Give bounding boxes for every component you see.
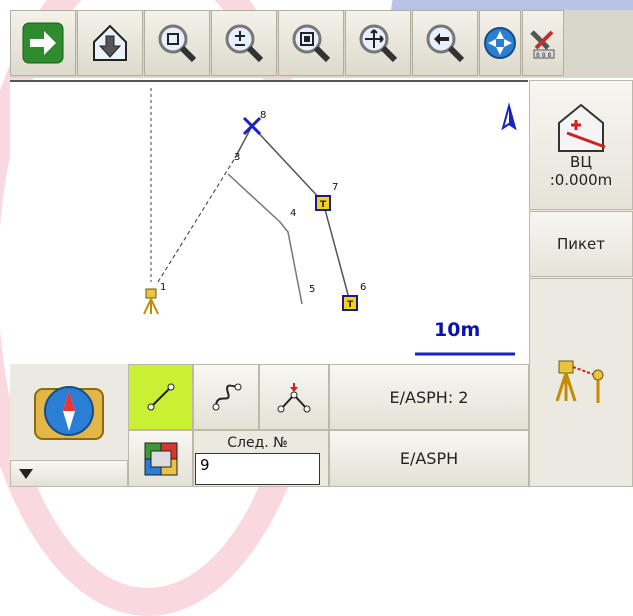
zoom-window-icon bbox=[292, 24, 331, 63]
point-label: 5 bbox=[309, 284, 315, 295]
zoom-extents-button[interactable] bbox=[144, 10, 210, 76]
compass-button[interactable] bbox=[10, 364, 128, 459]
instrument-height-label: ВЦ bbox=[570, 153, 592, 171]
svg-text:T: T bbox=[347, 300, 354, 310]
line-mode-button[interactable] bbox=[128, 364, 193, 430]
next-number-input[interactable]: 9 bbox=[195, 453, 320, 485]
curve-mode-button[interactable] bbox=[193, 364, 259, 430]
point-label: 7 bbox=[332, 182, 338, 193]
svg-text:T: T bbox=[320, 200, 327, 210]
target-marker[interactable]: T bbox=[342, 295, 358, 311]
instrument-height-value: :0.000m bbox=[549, 171, 613, 189]
layers-button[interactable] bbox=[128, 430, 193, 487]
station-measure-icon bbox=[555, 360, 604, 403]
point-marker-cross[interactable] bbox=[242, 116, 262, 136]
zoom-in-out-button[interactable] bbox=[211, 10, 277, 76]
zoom-window-button[interactable] bbox=[278, 10, 344, 76]
curve-icon bbox=[212, 383, 242, 411]
code-button-primary[interactable]: E/ASPH: 2 bbox=[329, 364, 529, 430]
north-arrow-icon bbox=[501, 102, 517, 131]
tools-button[interactable]: 8 8 8 bbox=[522, 10, 564, 76]
download-icon bbox=[93, 24, 127, 61]
next-icon bbox=[22, 22, 64, 64]
instrument-height-icon bbox=[558, 103, 606, 152]
instrument-height-button[interactable]: ВЦ :0.000m bbox=[529, 80, 633, 210]
navigation-icon bbox=[484, 27, 516, 59]
survey-polyline bbox=[227, 173, 303, 305]
code-button-secondary-label: E/ASPH bbox=[399, 449, 459, 468]
download-button[interactable] bbox=[77, 10, 143, 76]
survey-line bbox=[157, 157, 236, 283]
measure-button[interactable] bbox=[529, 278, 633, 487]
tools-icon: 8 8 8 bbox=[530, 30, 555, 59]
picket-button[interactable]: Пикет bbox=[529, 211, 633, 277]
code-button-primary-label: E/ASPH: 2 bbox=[389, 387, 469, 407]
compass-icon bbox=[34, 385, 104, 440]
point-label: 6 bbox=[360, 282, 366, 293]
target-marker[interactable]: T bbox=[315, 195, 331, 211]
navigation-button[interactable] bbox=[479, 10, 521, 76]
picket-label: Пикет bbox=[556, 235, 606, 253]
insert-point-button[interactable] bbox=[259, 364, 329, 430]
survey-map[interactable]: T T 1 3 4 5 6 7 8 10m bbox=[10, 82, 528, 366]
chevron-down-icon bbox=[19, 468, 33, 479]
zoom-previous-button[interactable] bbox=[412, 10, 478, 76]
expand-dropdown-button[interactable] bbox=[10, 460, 128, 487]
point-label: 1 bbox=[160, 282, 166, 293]
zoom-in-out-icon bbox=[225, 24, 264, 63]
code-button-secondary[interactable]: E/ASPH bbox=[329, 430, 529, 487]
point-label: 8 bbox=[260, 110, 266, 121]
survey-polyline bbox=[251, 125, 351, 303]
scale-label: 10m bbox=[434, 319, 480, 341]
point-label: 3 bbox=[234, 152, 240, 163]
map-view[interactable]: T T 1 3 4 5 6 7 8 10m bbox=[10, 80, 528, 366]
line-icon bbox=[147, 383, 174, 411]
zoom-previous-icon bbox=[426, 24, 465, 63]
next-number-label: След. № bbox=[227, 435, 288, 451]
pan-button[interactable] bbox=[345, 10, 411, 76]
insert-point-icon bbox=[277, 383, 311, 413]
next-button[interactable] bbox=[10, 10, 76, 76]
pan-icon bbox=[359, 24, 398, 63]
station-tripod-icon[interactable] bbox=[143, 288, 159, 315]
toolbar: 8 8 8 bbox=[10, 10, 633, 78]
point-label: 4 bbox=[290, 208, 296, 219]
side-panel: ВЦ :0.000m Пикет bbox=[529, 80, 633, 487]
svg-text:8 8 8: 8 8 8 bbox=[536, 52, 551, 59]
zoom-extents-icon bbox=[158, 24, 197, 63]
layers-icon bbox=[144, 442, 177, 475]
